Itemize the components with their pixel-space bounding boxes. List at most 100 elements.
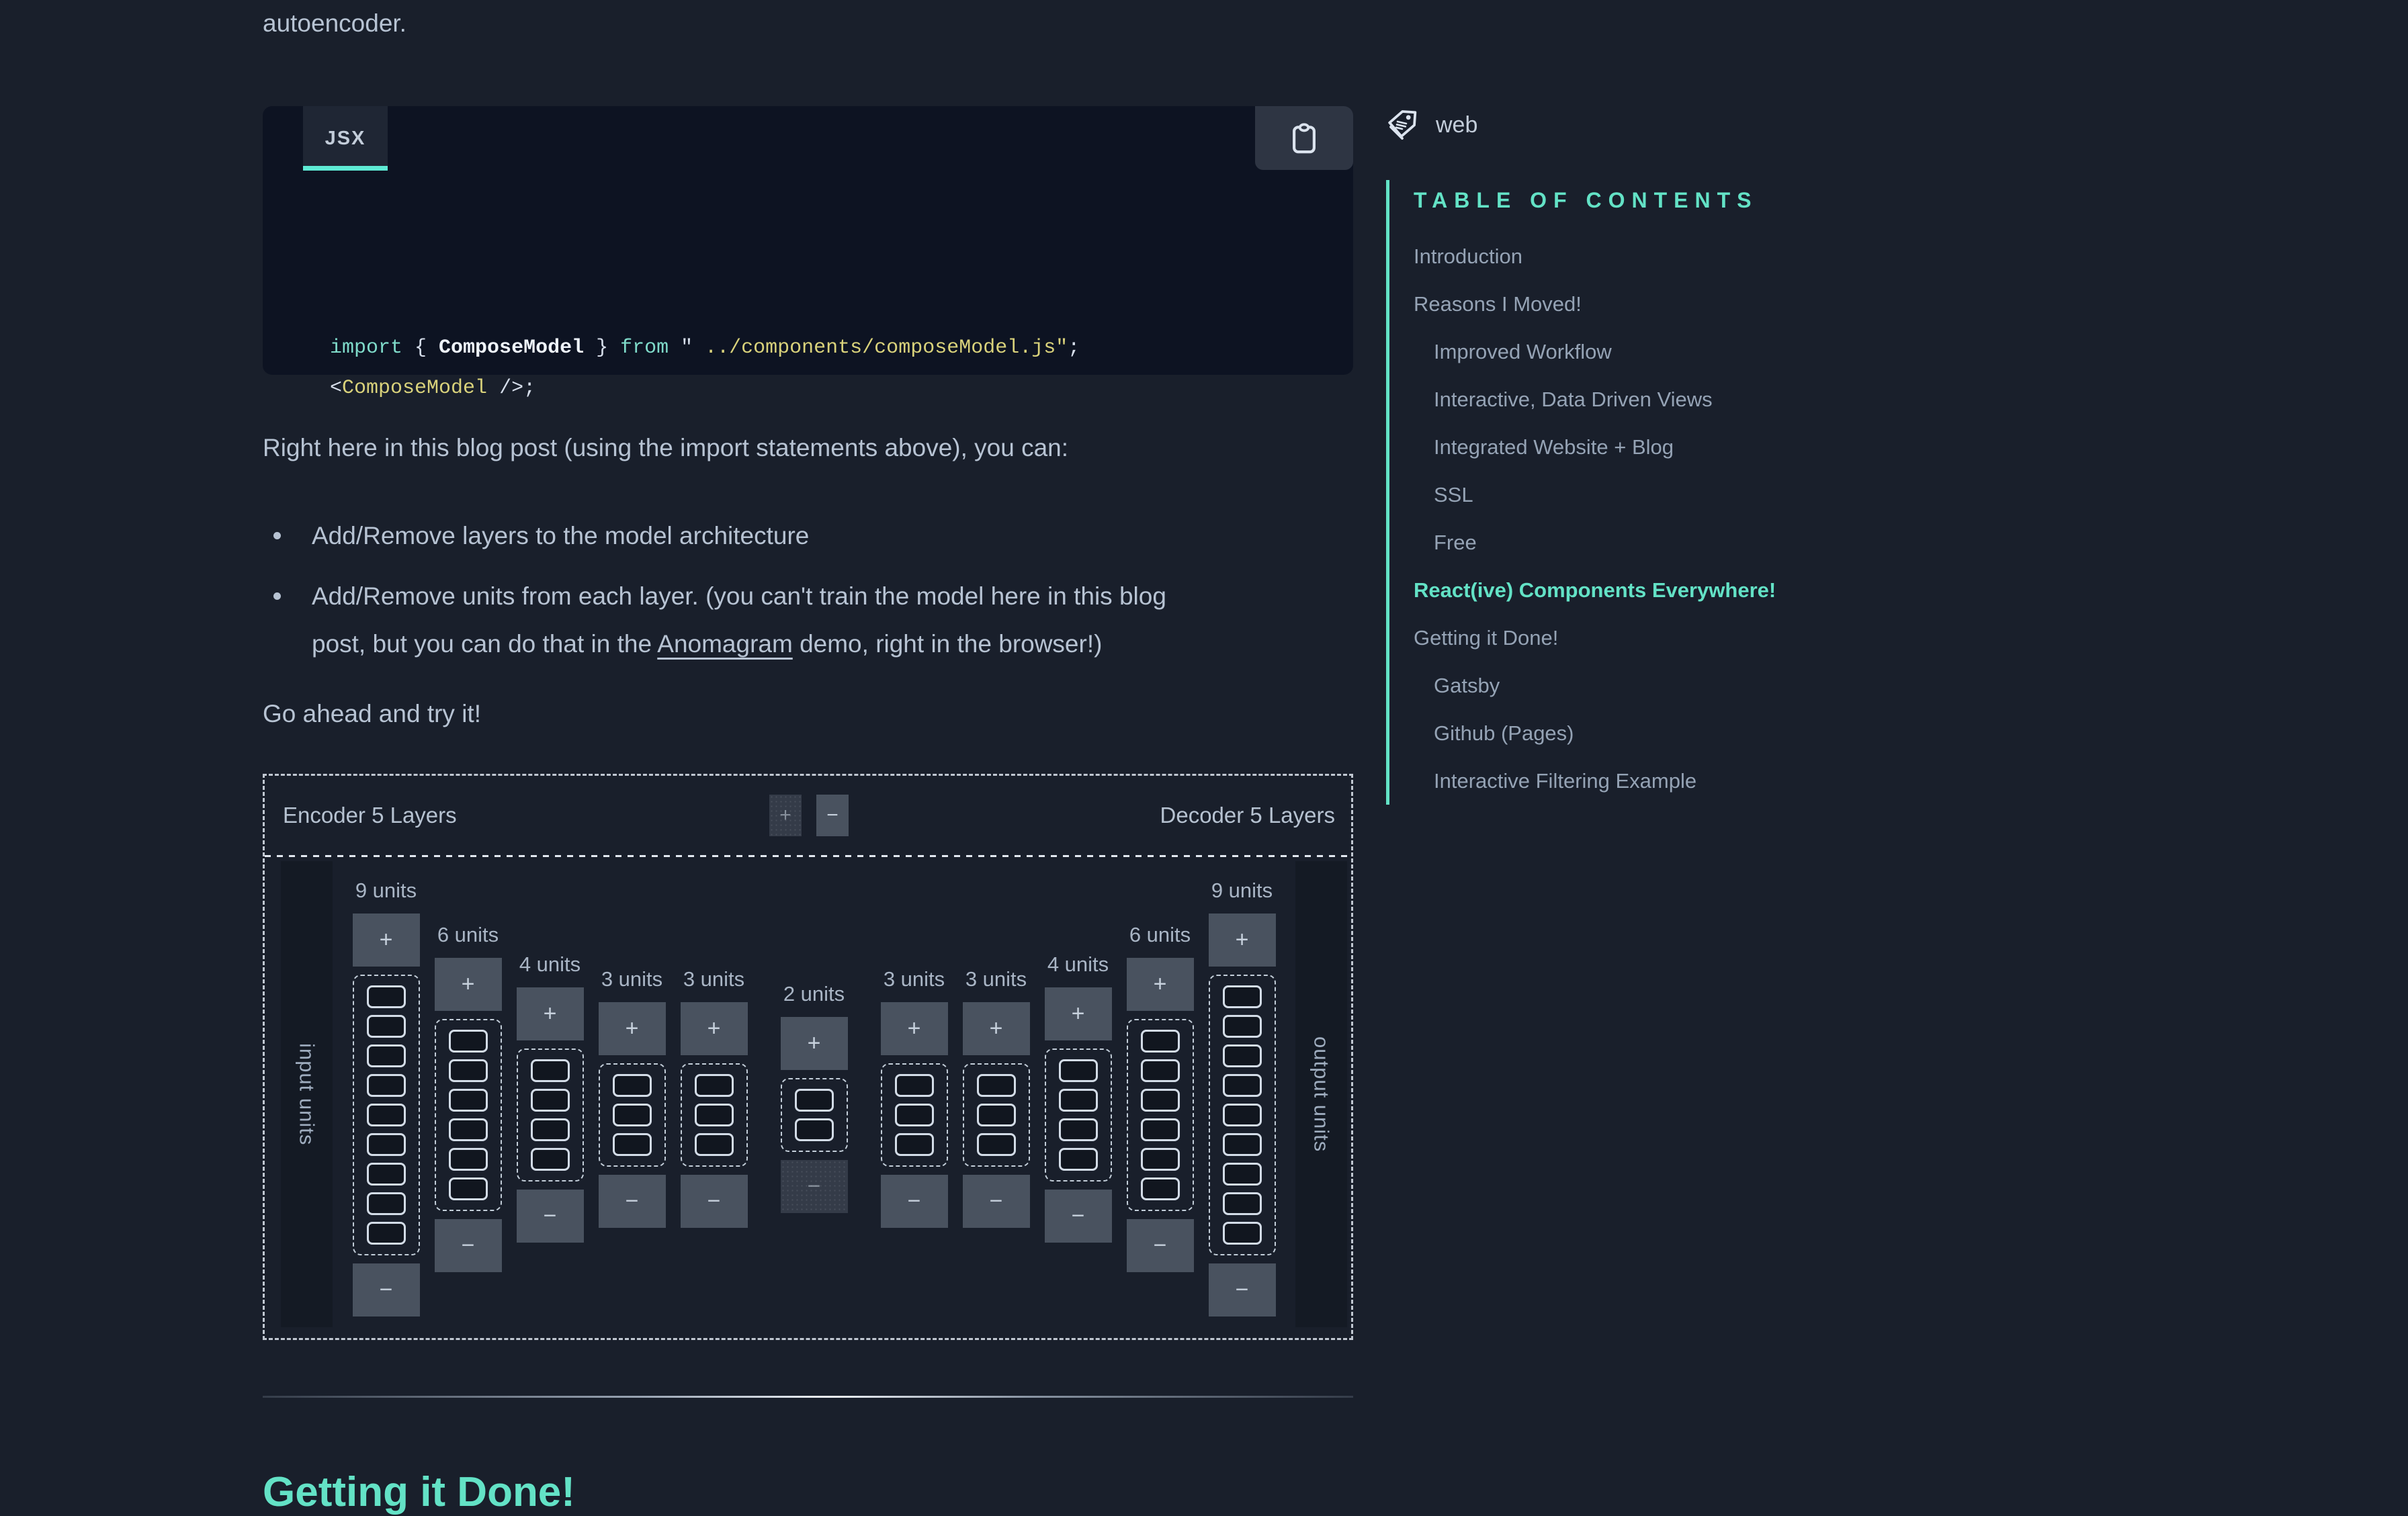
toc-item-interactive-data-driven-views[interactable]: Interactive, Data Driven Views bbox=[1414, 375, 1910, 423]
add-unit-button[interactable]: + bbox=[1209, 913, 1276, 967]
toc-item-free[interactable]: Free bbox=[1414, 519, 1910, 566]
add-unit-button[interactable]: + bbox=[781, 1017, 848, 1070]
add-layer-button[interactable]: + bbox=[769, 795, 802, 836]
unit-box bbox=[449, 1177, 488, 1200]
unit-box bbox=[367, 1074, 406, 1097]
add-unit-button[interactable]: + bbox=[599, 1002, 666, 1055]
code-token: ; bbox=[1068, 337, 1080, 359]
unit-box bbox=[1223, 1192, 1262, 1215]
toc-item-github-pages[interactable]: Github (Pages) bbox=[1414, 709, 1910, 757]
unit-box bbox=[531, 1148, 570, 1171]
remove-unit-button[interactable]: − bbox=[517, 1190, 584, 1243]
list-item: Add/Remove layers to the model architect… bbox=[263, 512, 1257, 560]
toc-title: TABLE OF CONTENTS bbox=[1414, 187, 1910, 214]
unit-box bbox=[367, 1044, 406, 1067]
layer-stepper: + − bbox=[769, 795, 849, 836]
remove-unit-button[interactable]: − bbox=[1209, 1263, 1276, 1317]
unit-box bbox=[695, 1104, 734, 1126]
unit-box bbox=[795, 1089, 834, 1112]
code-token: ../components/composeModel.js bbox=[705, 337, 1056, 359]
add-unit-button[interactable]: + bbox=[881, 1002, 948, 1055]
toc-item-getting-it-done[interactable]: Getting it Done! bbox=[1414, 614, 1910, 662]
remove-layer-button[interactable]: − bbox=[816, 795, 849, 836]
remove-unit-button[interactable]: − bbox=[435, 1219, 502, 1272]
add-unit-button[interactable]: + bbox=[1127, 958, 1194, 1011]
section-divider bbox=[263, 1396, 1353, 1398]
layer-units-label: 3 units bbox=[683, 967, 744, 991]
unit-box bbox=[977, 1133, 1016, 1156]
units-container bbox=[599, 1063, 666, 1167]
code-token: from bbox=[620, 337, 681, 359]
remove-unit-button[interactable]: − bbox=[1045, 1190, 1112, 1243]
remove-unit-button[interactable]: − bbox=[353, 1263, 420, 1317]
remove-unit-button[interactable]: − bbox=[781, 1160, 848, 1213]
widget-body: input units output units 9 units+−6 unit… bbox=[265, 857, 1351, 1338]
units-container bbox=[517, 1049, 584, 1181]
tab-jsx-label: JSX bbox=[325, 128, 366, 150]
remove-unit-button[interactable]: − bbox=[1127, 1219, 1194, 1272]
layer-units-label: 2 units bbox=[783, 982, 845, 1006]
tab-active-underline bbox=[303, 166, 388, 171]
toc-item-interactive-filtering-example[interactable]: Interactive Filtering Example bbox=[1414, 757, 1910, 805]
remove-unit-button[interactable]: − bbox=[599, 1175, 666, 1228]
unit-box bbox=[1223, 1104, 1262, 1126]
tab-jsx[interactable]: JSX bbox=[303, 106, 388, 171]
unit-box bbox=[367, 985, 406, 1008]
unit-box bbox=[449, 1089, 488, 1112]
toc-item-gatsby[interactable]: Gatsby bbox=[1414, 662, 1910, 709]
toc-item-improved-workflow[interactable]: Improved Workflow bbox=[1414, 328, 1910, 375]
unit-box bbox=[977, 1074, 1016, 1097]
toc-item-integrated-website-blog[interactable]: Integrated Website + Blog bbox=[1414, 423, 1910, 471]
bullet-icon bbox=[273, 592, 281, 600]
code-token: } bbox=[584, 337, 620, 359]
list-item-text: demo, right in the browser!) bbox=[793, 630, 1103, 658]
unit-box bbox=[977, 1104, 1016, 1126]
unit-box bbox=[613, 1104, 652, 1126]
toc-item-react-ive-components-everywhere[interactable]: React(ive) Components Everywhere! bbox=[1414, 566, 1910, 614]
add-unit-button[interactable]: + bbox=[681, 1002, 748, 1055]
widget-header: Encoder 5 Layers + − Decoder 5 Layers bbox=[265, 776, 1351, 855]
section-heading: Getting it Done! bbox=[263, 1468, 575, 1516]
add-unit-button[interactable]: + bbox=[435, 958, 502, 1011]
copy-code-button[interactable] bbox=[1255, 106, 1353, 170]
unit-box bbox=[613, 1074, 652, 1097]
code-token: " bbox=[681, 337, 705, 359]
code-line: import { ComposeModel } from " ../compon… bbox=[330, 328, 1080, 368]
anomagram-link[interactable]: Anomagram bbox=[657, 630, 793, 658]
toc-item-introduction[interactable]: Introduction bbox=[1414, 232, 1910, 280]
remove-unit-button[interactable]: − bbox=[963, 1175, 1030, 1228]
post-tag[interactable]: web bbox=[1385, 107, 1477, 142]
code-token: ComposeModel bbox=[342, 377, 487, 400]
layer-units-label: 3 units bbox=[601, 967, 662, 991]
units-container bbox=[1209, 975, 1276, 1255]
unit-box bbox=[449, 1148, 488, 1171]
add-unit-button[interactable]: + bbox=[963, 1002, 1030, 1055]
add-unit-button[interactable]: + bbox=[1045, 987, 1112, 1040]
unit-box bbox=[449, 1030, 488, 1053]
code-token: < bbox=[330, 377, 342, 400]
unit-box bbox=[1141, 1030, 1180, 1053]
units-container bbox=[1127, 1019, 1194, 1211]
unit-box bbox=[1141, 1148, 1180, 1171]
units-container bbox=[681, 1063, 748, 1167]
unit-box bbox=[1223, 1044, 1262, 1067]
units-container bbox=[435, 1019, 502, 1211]
toc-item-reasons-i-moved[interactable]: Reasons I Moved! bbox=[1414, 280, 1910, 328]
layer-column-2: 4 units + − bbox=[517, 952, 584, 1243]
unit-box bbox=[367, 1015, 406, 1038]
output-units-panel: output units bbox=[1295, 861, 1347, 1327]
toc-item-ssl[interactable]: SSL bbox=[1414, 471, 1910, 519]
remove-unit-button[interactable]: − bbox=[681, 1175, 748, 1228]
remove-unit-button[interactable]: − bbox=[881, 1175, 948, 1228]
add-unit-button[interactable]: + bbox=[517, 987, 584, 1040]
unit-box bbox=[895, 1074, 934, 1097]
units-container bbox=[781, 1078, 848, 1152]
layers-row: 9 units+−6 units+−4 units+−3 units+−3 un… bbox=[335, 857, 1293, 1338]
layer-units-label: 4 units bbox=[519, 952, 580, 977]
unit-box bbox=[1059, 1118, 1098, 1141]
list-item-text: Add/Remove layers to the model architect… bbox=[312, 522, 809, 549]
unit-box bbox=[1141, 1089, 1180, 1112]
clipboard-icon bbox=[1290, 122, 1318, 155]
add-unit-button[interactable]: + bbox=[353, 913, 420, 967]
autoencoder-composer-widget: Encoder 5 Layers + − Decoder 5 Layers in… bbox=[263, 774, 1353, 1340]
